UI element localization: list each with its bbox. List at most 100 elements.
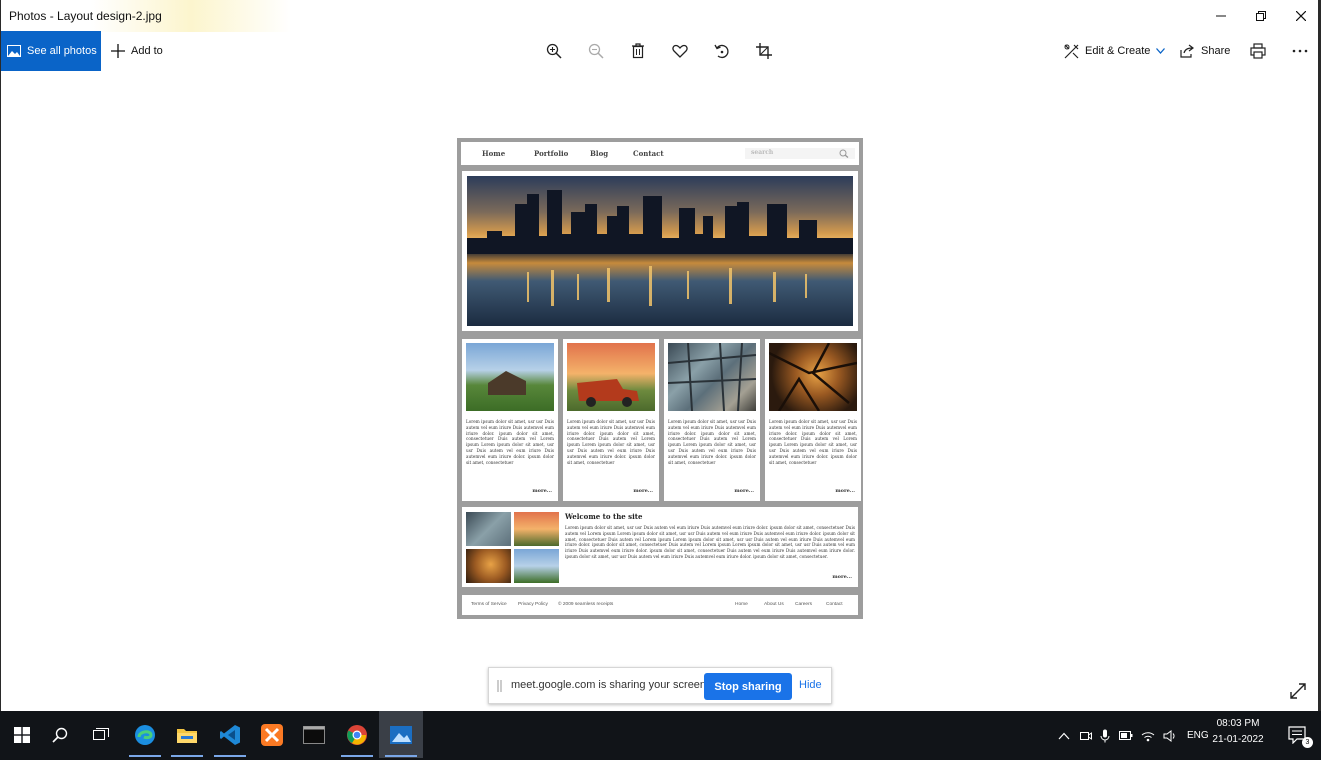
drag-handle-icon[interactable]	[497, 680, 502, 692]
edit-create-icon	[1064, 44, 1079, 58]
full-screen-button[interactable]	[1289, 682, 1309, 702]
system-tray: ENG	[1058, 711, 1209, 760]
close-button[interactable]	[1281, 0, 1321, 32]
clock-date: 21-01-2022	[1212, 734, 1264, 745]
photo-gallery-icon	[7, 45, 21, 57]
welcome-thumb-2	[514, 512, 559, 546]
meet-present-icon[interactable]	[1080, 730, 1092, 742]
edit-create-label: Edit & Create	[1085, 45, 1151, 57]
wifi-icon[interactable]	[1141, 730, 1155, 742]
add-to-label: Add to	[131, 45, 163, 57]
mockup-card-more: more...	[835, 488, 855, 494]
notification-count: 3	[1302, 737, 1313, 748]
taskbar-chrome[interactable]	[335, 711, 379, 758]
skyline-image	[467, 176, 853, 326]
photos-window: Photos - Layout design-2.jpg See all pho…	[0, 0, 1321, 711]
zoom-in-button[interactable]	[544, 41, 564, 61]
truck-shape	[577, 379, 639, 407]
vscode-icon	[220, 724, 240, 745]
displayed-photo[interactable]: Home Portfolio Blog Contact search Lorem…	[457, 138, 863, 619]
print-button[interactable]	[1248, 41, 1268, 61]
minimize-button[interactable]	[1201, 0, 1241, 32]
title-bar: Photos - Layout design-2.jpg	[1, 0, 1318, 32]
factory-shape	[667, 342, 757, 412]
barn-image	[466, 343, 554, 411]
window-title: Photos - Layout design-2.jpg	[9, 9, 162, 23]
chevron-down-icon	[1156, 48, 1166, 54]
battery-icon[interactable]	[1119, 731, 1133, 740]
restore-button[interactable]	[1241, 0, 1281, 32]
mockup-nav-bar: Home Portfolio Blog Contact search	[461, 142, 859, 165]
mockup-footer: Terms of Service Privacy Policy © 2009 s…	[462, 595, 858, 615]
rotate-icon	[714, 44, 729, 59]
mockup-hero	[462, 171, 858, 331]
close-icon	[1296, 11, 1306, 21]
welcome-thumb-4	[514, 549, 559, 583]
task-view-button[interactable]	[79, 711, 123, 758]
taskbar-terminal[interactable]	[292, 711, 336, 758]
mockup-nav-portfolio: Portfolio	[534, 149, 569, 158]
welcome-thumb-3	[466, 549, 511, 583]
rotate-button[interactable]	[712, 41, 732, 61]
mockup-search-placeholder: search	[751, 149, 774, 156]
mockup-card-text: Lorem ipsum dolor sit amet, usr usr Duis…	[769, 419, 857, 465]
hide-button[interactable]: Hide	[799, 679, 822, 691]
welcome-text: Lorem ipsum dolor sit amet, usr usr Duis…	[565, 525, 855, 559]
mockup-card-4: Lorem ipsum dolor sit amet, usr usr Duis…	[765, 339, 861, 501]
stop-sharing-button[interactable]: Stop sharing	[704, 673, 792, 700]
taskbar-search-button[interactable]	[38, 711, 82, 758]
clock[interactable]: 08:03 PM 21-01-2022	[1208, 716, 1268, 748]
photos-icon	[390, 725, 412, 744]
more-icon	[1292, 49, 1308, 53]
delete-button[interactable]	[628, 41, 648, 61]
clock-time: 08:03 PM	[1216, 718, 1260, 729]
expand-icon	[1290, 683, 1306, 699]
taskbar-photos[interactable]	[379, 711, 423, 758]
edit-create-button[interactable]: Edit & Create	[1064, 31, 1166, 71]
truck-image	[567, 343, 655, 411]
notification-center-button[interactable]: 3	[1275, 711, 1319, 758]
start-icon	[14, 726, 30, 743]
share-icon	[1180, 44, 1194, 58]
mockup-nav-blog: Blog	[590, 149, 609, 158]
taskbar-xampp[interactable]	[250, 711, 294, 758]
mockup-card-text: Lorem ipsum dolor sit amet, usr usr Duis…	[567, 419, 655, 465]
favorite-button[interactable]	[670, 41, 690, 61]
see-all-photos-button[interactable]: See all photos	[1, 31, 101, 71]
add-to-button[interactable]: Add to	[111, 31, 163, 71]
footer-home: Home	[735, 602, 748, 607]
mockup-search-icon	[839, 149, 849, 158]
microphone-icon[interactable]	[1100, 729, 1110, 743]
volume-icon[interactable]	[1163, 729, 1177, 742]
more-options-button[interactable]	[1290, 41, 1310, 61]
chevron-up-icon[interactable]	[1058, 732, 1070, 740]
file-explorer-icon	[177, 728, 197, 743]
delete-icon	[632, 43, 644, 59]
share-button[interactable]: Share	[1180, 31, 1230, 71]
footer-contact: Contact	[826, 602, 843, 607]
skyline-silhouette	[467, 190, 853, 306]
mockup-card-3: Lorem ipsum dolor sit amet, usr usr Duis…	[664, 339, 760, 501]
zoom-in-icon	[546, 43, 562, 59]
barn-shape	[488, 371, 526, 395]
mockup-card-more: more...	[734, 488, 754, 494]
zoom-out-icon	[588, 43, 604, 59]
tree-image	[768, 342, 858, 412]
taskbar-file-explorer[interactable]	[165, 711, 209, 758]
chrome-icon	[347, 724, 367, 745]
taskbar-vscode[interactable]	[208, 711, 252, 758]
factory-image	[667, 342, 757, 412]
footer-terms: Terms of Service	[471, 602, 507, 607]
print-icon	[1250, 43, 1266, 59]
mockup-nav-contact: Contact	[633, 149, 664, 158]
crop-button[interactable]	[754, 41, 774, 61]
welcome-more: more...	[832, 574, 852, 580]
terminal-icon	[303, 725, 325, 744]
language-indicator[interactable]: ENG	[1187, 730, 1209, 741]
share-message: meet.google.com is sharing your screen.	[511, 679, 710, 691]
taskbar-edge[interactable]	[123, 711, 167, 758]
share-label: Share	[1201, 45, 1231, 57]
task-view-icon	[93, 727, 109, 740]
screen-share-bar: meet.google.com is sharing your screen. …	[488, 667, 832, 704]
zoom-out-button[interactable]	[586, 41, 606, 61]
